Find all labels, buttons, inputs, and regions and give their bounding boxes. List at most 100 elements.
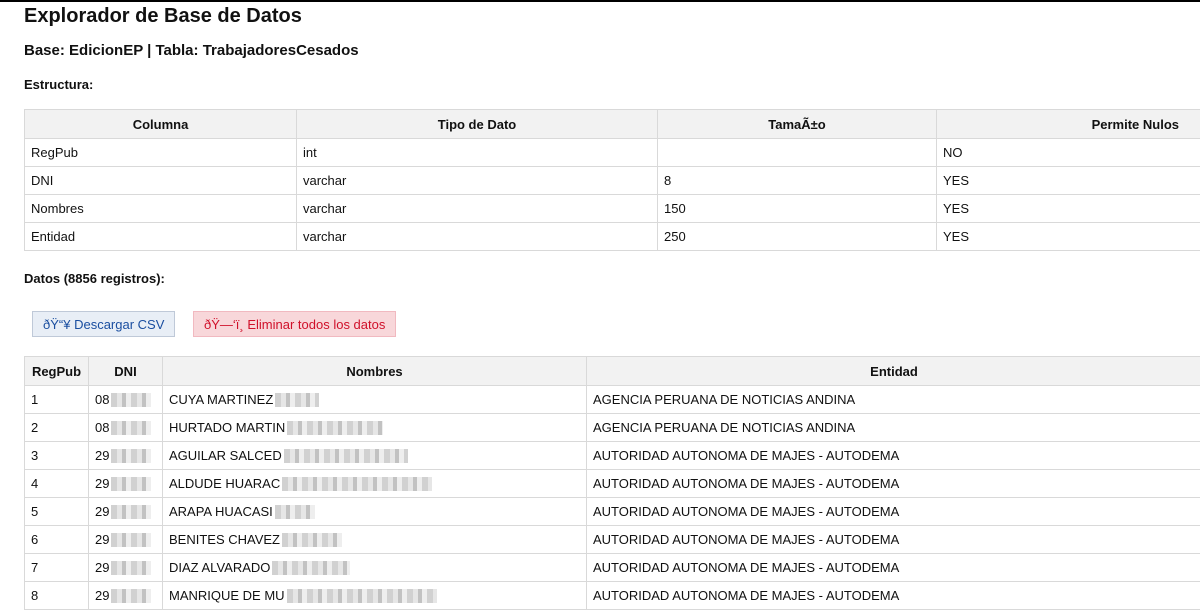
data-row: 3 29 AGUILAR SALCED AUTORIDAD AUTONOMA D… bbox=[24, 441, 1200, 470]
structure-cell: int bbox=[296, 138, 658, 167]
entity-cell: AUTORIDAD AUTONOMA DE MAJES - AUTODEMA bbox=[586, 441, 1200, 470]
entity-cell: AUTORIDAD AUTONOMA DE MAJES - AUTODEMA bbox=[586, 553, 1200, 582]
name-cell: DIAZ ALVARADO bbox=[162, 553, 587, 582]
data-row: 7 29 DIAZ ALVARADO AUTORIDAD AUTONOMA DE… bbox=[24, 553, 1200, 582]
redacted-block bbox=[283, 449, 408, 464]
data-col-header: Nombres bbox=[162, 356, 587, 386]
structure-header-row: Columna Tipo de Dato TamaÃ±o Permite Nul… bbox=[24, 109, 1200, 139]
structure-cell: 8 bbox=[657, 166, 937, 195]
entity-cell: AGENCIA PERUANA DE NOTICIAS ANDINA bbox=[586, 385, 1200, 414]
name-cell: CUYA MARTINEZ bbox=[162, 385, 587, 414]
redacted-block bbox=[286, 589, 437, 604]
redacted-block bbox=[111, 533, 152, 548]
entity-cell: AUTORIDAD AUTONOMA DE MAJES - AUTODEMA bbox=[586, 469, 1200, 498]
structure-cell bbox=[657, 138, 937, 167]
dni-prefix: 29 bbox=[95, 531, 110, 547]
regpub-cell: 6 bbox=[24, 525, 89, 554]
structure-cell: YES bbox=[936, 166, 1200, 195]
redacted-block bbox=[272, 561, 351, 576]
page-subtitle: Base: EdicionEP | Tabla: TrabajadoresCes… bbox=[24, 42, 359, 59]
redacted-block bbox=[111, 561, 152, 576]
name-prefix: ARAPA HUACASI bbox=[169, 503, 273, 519]
entity-cell: AUTORIDAD AUTONOMA DE MAJES - AUTODEMA bbox=[586, 525, 1200, 554]
regpub-cell: 1 bbox=[24, 385, 89, 414]
data-col-header: Entidad bbox=[586, 356, 1200, 386]
structure-cell: Entidad bbox=[24, 222, 297, 251]
data-row: 1 08 CUYA MARTINEZ AGENCIA PERUANA DE NO… bbox=[24, 385, 1200, 414]
dni-prefix: 29 bbox=[95, 587, 110, 603]
download-csv-button[interactable]: ðŸ“¥ Descargar CSV bbox=[32, 311, 176, 337]
structure-col-header: Permite Nulos bbox=[936, 109, 1200, 139]
name-cell: ALDUDE HUARAC bbox=[162, 469, 587, 498]
redacted-block bbox=[111, 477, 152, 492]
dni-cell: 08 bbox=[88, 413, 163, 442]
data-header-row: RegPub DNI Nombres Entidad bbox=[24, 356, 1200, 386]
redacted-block bbox=[111, 421, 152, 436]
name-cell: HURTADO MARTIN bbox=[162, 413, 587, 442]
data-col-header: DNI bbox=[88, 356, 163, 386]
name-cell: MANRIQUE DE MU bbox=[162, 581, 587, 610]
structure-cell: YES bbox=[936, 194, 1200, 223]
redacted-block bbox=[111, 505, 152, 520]
structure-cell: Nombres bbox=[24, 194, 297, 223]
entity-cell: AUTORIDAD AUTONOMA DE MAJES - AUTODEMA bbox=[586, 581, 1200, 610]
dni-cell: 29 bbox=[88, 497, 163, 526]
redacted-block bbox=[111, 589, 152, 604]
dni-prefix: 29 bbox=[95, 447, 110, 463]
redacted-block bbox=[287, 421, 384, 436]
redacted-block bbox=[282, 477, 433, 492]
entity-cell: AUTORIDAD AUTONOMA DE MAJES - AUTODEMA bbox=[586, 497, 1200, 526]
structure-col-header: Tipo de Dato bbox=[296, 109, 658, 139]
dni-prefix: 29 bbox=[95, 559, 110, 575]
name-cell: BENITES CHAVEZ bbox=[162, 525, 587, 554]
data-row: 8 29 MANRIQUE DE MU AUTORIDAD AUTONOMA D… bbox=[24, 581, 1200, 610]
dni-cell: 29 bbox=[88, 525, 163, 554]
structure-cell: varchar bbox=[296, 166, 658, 195]
data-row: 5 29 ARAPA HUACASI AUTORIDAD AUTONOMA DE… bbox=[24, 497, 1200, 526]
structure-cell: varchar bbox=[296, 194, 658, 223]
name-prefix: ALDUDE HUARAC bbox=[169, 475, 281, 491]
dni-cell: 29 bbox=[88, 581, 163, 610]
structure-col-header: Columna bbox=[24, 109, 297, 139]
top-border-line bbox=[0, 0, 1200, 2]
dni-prefix: 29 bbox=[95, 475, 110, 491]
structure-row: Nombres varchar 150 YES bbox=[24, 194, 1200, 223]
data-row: 2 08 HURTADO MARTIN AGENCIA PERUANA DE N… bbox=[24, 413, 1200, 442]
structure-cell: RegPub bbox=[24, 138, 297, 167]
name-prefix: DIAZ ALVARADO bbox=[169, 559, 271, 575]
structure-cell: varchar bbox=[296, 222, 658, 251]
redacted-block bbox=[274, 505, 315, 520]
dni-cell: 29 bbox=[88, 553, 163, 582]
structure-cell: 150 bbox=[657, 194, 937, 223]
structure-row: Entidad varchar 250 YES bbox=[24, 222, 1200, 251]
name-prefix: BENITES CHAVEZ bbox=[169, 531, 281, 547]
redacted-block bbox=[111, 449, 152, 464]
dni-cell: 29 bbox=[88, 469, 163, 498]
structure-heading: Estructura: bbox=[24, 77, 94, 92]
structure-table: Columna Tipo de Dato TamaÃ±o Permite Nul… bbox=[24, 109, 1200, 251]
delete-all-data-button[interactable]: ðŸ—‘ï¸ Eliminar todos los datos bbox=[193, 311, 397, 337]
regpub-cell: 3 bbox=[24, 441, 89, 470]
redacted-block bbox=[275, 393, 320, 408]
regpub-cell: 5 bbox=[24, 497, 89, 526]
structure-cell: NO bbox=[936, 138, 1200, 167]
dni-prefix: 08 bbox=[95, 391, 110, 407]
dni-prefix: 29 bbox=[95, 503, 110, 519]
data-col-header: RegPub bbox=[24, 356, 89, 386]
regpub-cell: 4 bbox=[24, 469, 89, 498]
regpub-cell: 2 bbox=[24, 413, 89, 442]
redacted-block bbox=[111, 393, 152, 408]
name-cell: AGUILAR SALCED bbox=[162, 441, 587, 470]
name-prefix: AGUILAR SALCED bbox=[169, 447, 282, 463]
redacted-block bbox=[282, 533, 343, 548]
dni-cell: 29 bbox=[88, 441, 163, 470]
structure-col-header: TamaÃ±o bbox=[657, 109, 937, 139]
name-prefix: MANRIQUE DE MU bbox=[169, 587, 285, 603]
structure-row: RegPub int NO bbox=[24, 138, 1200, 167]
name-cell: ARAPA HUACASI bbox=[162, 497, 587, 526]
name-prefix: HURTADO MARTIN bbox=[169, 419, 286, 435]
structure-cell: YES bbox=[936, 222, 1200, 251]
entity-cell: AGENCIA PERUANA DE NOTICIAS ANDINA bbox=[586, 413, 1200, 442]
regpub-cell: 8 bbox=[24, 581, 89, 610]
dni-cell: 08 bbox=[88, 385, 163, 414]
